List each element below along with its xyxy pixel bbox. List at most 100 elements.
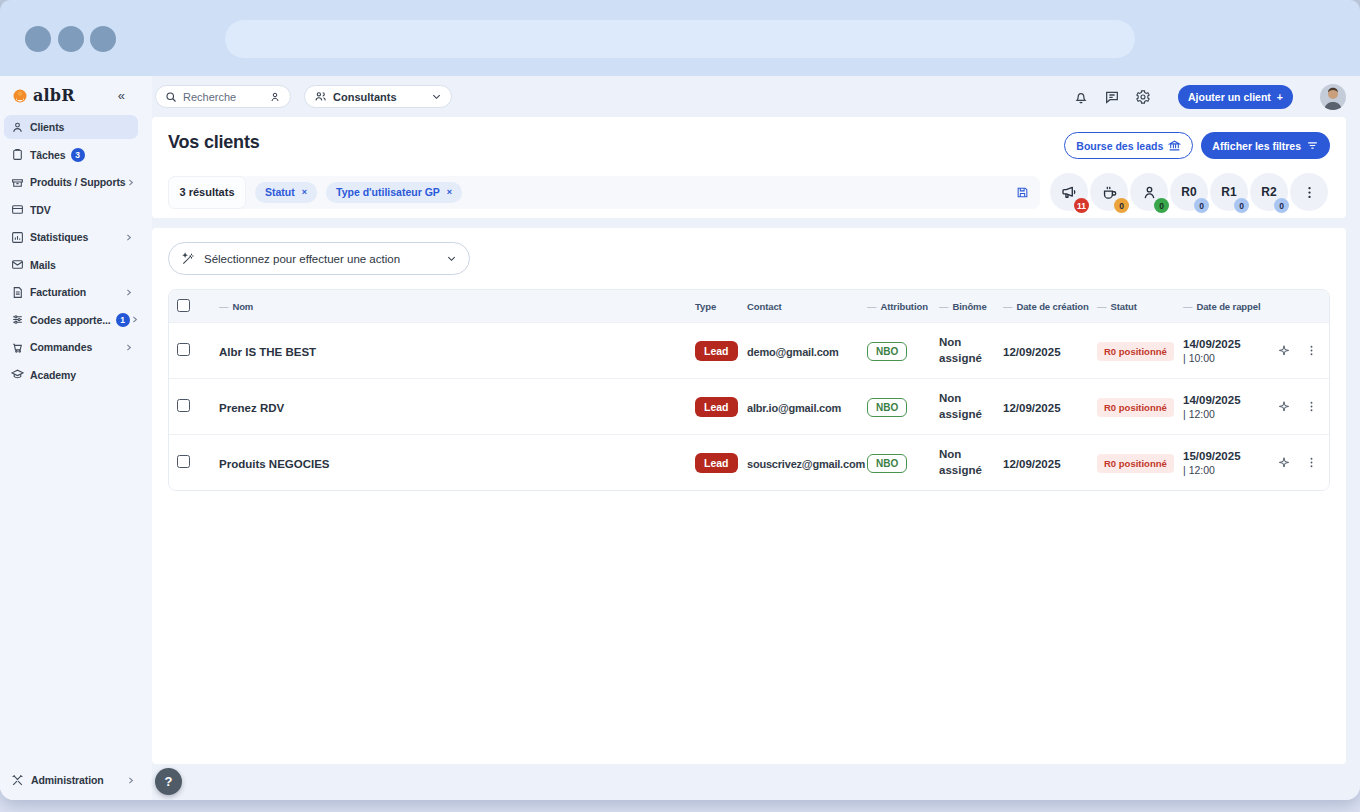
close-icon[interactable]: × — [447, 187, 452, 197]
table-row[interactable]: Produits NEGOCIES Lead souscrivez@gmail.… — [169, 434, 1329, 490]
binome-value: Non assigné — [939, 391, 989, 422]
sidebar-item-clients[interactable]: Clients — [4, 115, 138, 139]
sidebar-item-label: Produits / Supports — [30, 176, 126, 188]
sparkle-action-icon[interactable] — [1277, 400, 1291, 414]
sidebar-item-produits-supports[interactable]: Produits / Supports — [4, 170, 138, 194]
kebab-menu-icon — [1302, 185, 1317, 200]
help-button[interactable]: ? — [155, 768, 182, 795]
sidebar-item-facturation[interactable]: Facturation — [4, 280, 138, 304]
save-filter-icon[interactable] — [1016, 186, 1029, 199]
r2-quick-button[interactable]: R2 0 — [1250, 173, 1288, 211]
add-client-label: Ajouter un client — [1188, 91, 1271, 103]
row-menu-icon[interactable] — [1305, 400, 1318, 413]
sidebar-item-label: Mails — [30, 259, 56, 271]
address-bar[interactable] — [225, 20, 1135, 58]
afficher-les-filtres-button[interactable]: Afficher les filtres — [1201, 132, 1330, 159]
bourse-des-leads-label: Bourse des leads — [1076, 140, 1163, 152]
academy-icon — [11, 368, 24, 381]
sidebar-item-label: TDV — [30, 204, 51, 216]
row-menu-icon[interactable] — [1305, 344, 1318, 357]
window-maximize-button[interactable] — [90, 26, 116, 52]
row-menu-icon[interactable] — [1305, 456, 1318, 469]
assignment-quick-button[interactable]: 0 — [1130, 173, 1168, 211]
sidebar-item-academy[interactable]: Academy — [4, 363, 138, 387]
bulk-action-placeholder: Sélectionnez pour effectuer une action — [204, 253, 400, 265]
filter-chip-type-utilisateur[interactable]: Type d'utilisateur GP× — [326, 182, 462, 203]
sparkle-action-icon[interactable] — [1277, 344, 1291, 358]
date-creation: 12/09/2025 — [1003, 346, 1061, 358]
window-minimize-button[interactable] — [58, 26, 84, 52]
gear-icon[interactable] — [1135, 89, 1151, 105]
sidebar-item-administration[interactable]: Administration — [4, 768, 140, 792]
topbar: Recherche Consultants Ajouter un client+ — [152, 76, 1346, 117]
close-icon[interactable]: × — [302, 187, 307, 197]
select-all-checkbox[interactable] — [177, 299, 190, 312]
client-name: Prenez RDV — [219, 402, 284, 414]
user-search-icon — [269, 91, 281, 103]
sliders-icon — [11, 313, 24, 326]
rappel-date: 14/09/2025 — [1183, 394, 1269, 406]
sparkle-action-icon[interactable] — [1277, 456, 1291, 470]
invoice-icon — [11, 286, 24, 299]
bell-icon[interactable] — [1073, 89, 1089, 105]
campaigns-quick-button[interactable]: 11 — [1050, 173, 1088, 211]
row-checkbox[interactable] — [177, 399, 190, 412]
chat-icon[interactable] — [1104, 89, 1120, 105]
chevron-right-icon — [126, 776, 135, 785]
column-header-contact[interactable]: Contact — [739, 290, 859, 322]
tools-icon — [11, 774, 24, 787]
consultants-select[interactable]: Consultants — [304, 85, 452, 108]
rappel-time: | 12:00 — [1183, 408, 1269, 420]
sidebar-item-statistiques[interactable]: Statistiques — [4, 225, 138, 249]
magic-wand-icon — [181, 252, 195, 266]
quick-badge: 0 — [1114, 198, 1129, 213]
chevron-right-icon — [124, 288, 133, 297]
search-input[interactable]: Recherche — [155, 85, 291, 108]
table-header-row: —Nom Type Contact —Attribution —Binôme —… — [169, 290, 1329, 322]
column-header-date-rappel[interactable]: —Date de rappel — [1175, 290, 1269, 322]
table-row[interactable]: Albr IS THE BEST Lead demo@gmail.com NBO… — [169, 322, 1329, 378]
chevron-right-icon — [126, 178, 135, 187]
bulk-action-select[interactable]: Sélectionnez pour effectuer une action — [168, 242, 470, 275]
chevron-right-icon — [124, 233, 133, 242]
column-header-statut[interactable]: —Statut — [1089, 290, 1175, 322]
sidebar-item-label: Administration — [31, 774, 104, 786]
row-checkbox[interactable] — [177, 455, 190, 468]
sidebar-item-commandes[interactable]: Commandes — [4, 335, 138, 359]
search-icon — [165, 91, 177, 103]
avatar[interactable] — [1320, 84, 1346, 110]
add-client-button[interactable]: Ajouter un client+ — [1178, 85, 1293, 109]
statut-badge: R0 positionné — [1097, 454, 1174, 473]
sidebar-item-label: Clients — [30, 121, 64, 133]
more-options-button[interactable] — [1290, 173, 1328, 211]
table-row[interactable]: Prenez RDV Lead albr.io@gmail.com NBO No… — [169, 378, 1329, 434]
type-badge: Lead — [695, 341, 738, 361]
filter-chip-statut[interactable]: Statut× — [255, 182, 317, 203]
r1-quick-button[interactable]: R1 0 — [1210, 173, 1248, 211]
column-header-nom[interactable]: —Nom — [211, 290, 687, 322]
card-icon — [11, 203, 24, 216]
sidebar-item-tdv[interactable]: TDV — [4, 198, 138, 222]
quick-filter-buttons: 11 0 0 R0 0 — [1050, 173, 1328, 211]
codes-count-badge: 1 — [116, 313, 130, 327]
sidebar-item-label: Codes apporte... — [30, 314, 111, 326]
binome-value: Non assigné — [939, 447, 989, 478]
page-title: Vos clients — [168, 132, 260, 153]
sidebar-item-mails[interactable]: Mails — [4, 253, 138, 277]
window-close-button[interactable] — [25, 26, 51, 52]
r0-quick-button[interactable]: R0 0 — [1170, 173, 1208, 211]
collapse-sidebar-icon[interactable]: « — [118, 88, 125, 103]
sidebar-item-taches[interactable]: Tâches 3 — [4, 143, 138, 167]
row-checkbox[interactable] — [177, 343, 190, 356]
rappel-time: | 10:00 — [1183, 352, 1269, 364]
coffee-quick-button[interactable]: 0 — [1090, 173, 1128, 211]
cart-icon — [11, 341, 24, 354]
chart-icon — [11, 231, 24, 244]
bourse-des-leads-button[interactable]: Bourse des leads — [1064, 132, 1193, 159]
column-header-date-creation[interactable]: —Date de création — [995, 290, 1089, 322]
column-header-type[interactable]: Type — [687, 290, 739, 322]
column-header-attribution[interactable]: —Attribution — [859, 290, 931, 322]
column-header-binome[interactable]: —Binôme — [931, 290, 995, 322]
active-filters-bar: 3 résultats Statut× Type d'utilisateur G… — [168, 176, 1040, 209]
sidebar-item-codes-apporteur[interactable]: Codes apporte... 1 — [4, 308, 138, 332]
